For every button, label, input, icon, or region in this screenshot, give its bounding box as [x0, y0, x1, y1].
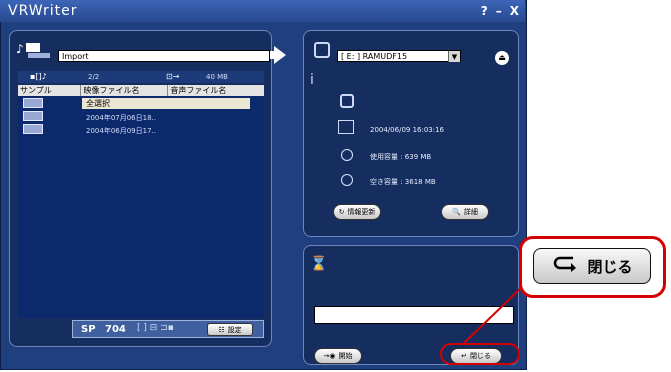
disc-drive-icon	[314, 42, 330, 58]
help-button[interactable]: ?	[481, 4, 488, 18]
source-folder-field[interactable]: Import	[58, 50, 270, 62]
mode-value: 704	[105, 324, 126, 335]
detail-label: 詳細	[463, 208, 478, 216]
file-count: 2/2	[88, 73, 100, 81]
callout-close-label: 閉じる	[587, 257, 633, 276]
drive-select[interactable]: [ E: ] RAMUDF15	[337, 50, 461, 62]
settings-button[interactable]: ☷ 設定	[207, 323, 253, 336]
transfer-arrow-icon	[274, 46, 286, 64]
video-thumbnail[interactable]	[23, 111, 43, 121]
format-icons: [ ] ⊟ ⊐▪	[137, 323, 174, 333]
window-title: VRWriter	[8, 3, 78, 19]
video-thumbnail[interactable]	[23, 124, 43, 134]
col-audio-file[interactable]: 音声ファイル名	[168, 85, 264, 96]
media-icons: ▪[]♪	[30, 72, 47, 81]
disc-icon	[340, 94, 354, 108]
eject-button[interactable]: ⏏	[495, 51, 509, 65]
record-datetime: 2004/06/09 16:03:16	[370, 126, 445, 134]
hourglass-icon: ⌛	[310, 256, 328, 272]
calendar-clock-icon	[338, 120, 354, 134]
size-icon: ⊡→	[166, 72, 180, 81]
music-camera-icon: ♪	[16, 39, 52, 59]
info-icon: i	[310, 72, 314, 88]
detail-button[interactable]: 🔍 詳細	[441, 204, 489, 220]
refresh-label: 情報更新	[347, 208, 376, 216]
svg-text:♪: ♪	[16, 42, 24, 56]
start-button[interactable]: →◉ 開始	[314, 348, 362, 364]
window-controls: ? – X	[481, 4, 519, 18]
return-arrow-icon	[551, 255, 577, 277]
file-table-header: サンプル 映像ファイル名 音声ファイル名	[18, 85, 264, 96]
encode-bar: SP 704 [ ] ⊟ ⊐▪ ☷ 設定	[72, 320, 264, 338]
start-label: 開始	[338, 352, 353, 360]
minimize-button[interactable]: –	[496, 4, 502, 18]
col-video-file[interactable]: 映像ファイル名	[81, 85, 169, 96]
refresh-icon: ↻	[338, 208, 345, 216]
start-icon: →◉	[323, 352, 336, 360]
magnifier-icon: 🔍	[452, 208, 461, 216]
table-row[interactable]: 2004年06月09日17..	[86, 126, 156, 136]
settings-icon: ☷	[218, 325, 225, 334]
select-all-thumb	[23, 98, 43, 108]
settings-label: 設定	[227, 325, 242, 334]
select-all-row[interactable]: 全選択	[82, 98, 250, 109]
refresh-info-button[interactable]: ↻ 情報更新	[333, 204, 381, 220]
drive-select-value: [ E: ] RAMUDF15	[341, 52, 408, 61]
chevron-down-icon[interactable]: ▼	[448, 51, 460, 62]
total-size: 40 MB	[206, 73, 228, 81]
free-space: 空き容量 : 3618 MB	[370, 178, 436, 186]
table-row[interactable]: 2004年07月06日18..	[86, 113, 156, 123]
callout-close-button: 閉じる	[533, 248, 651, 284]
close-window-button[interactable]: X	[510, 4, 519, 18]
used-space-icon	[341, 149, 353, 161]
free-space-icon	[341, 174, 353, 186]
highlight-circle	[440, 343, 520, 365]
file-list: 全選択 2004年07月06日18.. 2004年06月09日17..	[18, 96, 264, 318]
used-space: 使用容量 : 639 MB	[370, 153, 432, 161]
mode-label: SP	[81, 324, 96, 335]
title-bar[interactable]: VRWriter ? – X	[0, 0, 525, 22]
summary-bar: ▪[]♪ 2/2 ⊡→ 40 MB	[18, 71, 264, 83]
col-sample[interactable]: サンプル	[18, 85, 82, 96]
